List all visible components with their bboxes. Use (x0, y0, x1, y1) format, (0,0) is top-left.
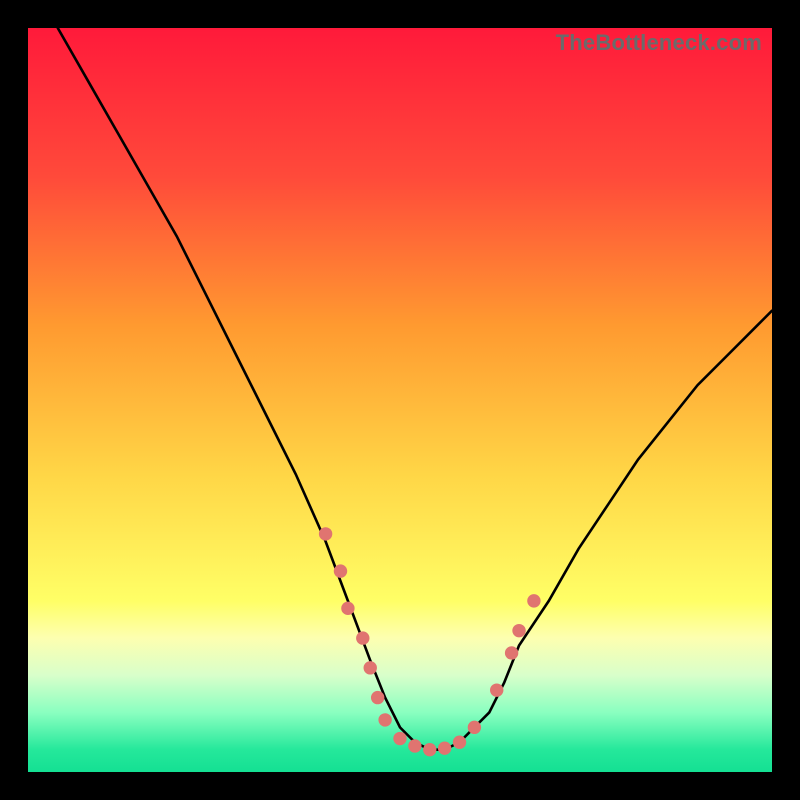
plot-area: TheBottleneck.com (28, 28, 772, 772)
curve-marker (438, 741, 451, 754)
curve-marker (378, 713, 391, 726)
curve-marker (408, 739, 421, 752)
curve-marker (453, 736, 466, 749)
chart-frame: TheBottleneck.com (0, 0, 800, 800)
watermark-text: TheBottleneck.com (556, 30, 762, 56)
curve-marker (356, 631, 369, 644)
curve-markers (319, 527, 541, 756)
curve-layer (28, 28, 772, 772)
curve-marker (512, 624, 525, 637)
curve-marker (490, 683, 503, 696)
bottleneck-curve (58, 28, 772, 750)
curve-marker (505, 646, 518, 659)
curve-marker (364, 661, 377, 674)
curve-marker (371, 691, 384, 704)
curve-marker (319, 527, 332, 540)
curve-marker (341, 602, 354, 615)
curve-marker (393, 732, 406, 745)
curve-marker (527, 594, 540, 607)
curve-marker (468, 721, 481, 734)
curve-marker (334, 564, 347, 577)
curve-marker (423, 743, 436, 756)
